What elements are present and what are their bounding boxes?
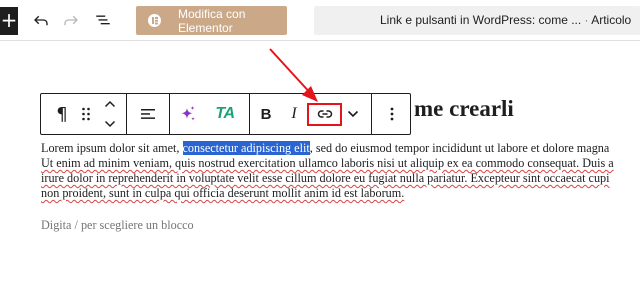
more-options-icon bbox=[390, 107, 394, 121]
drag-handle[interactable] bbox=[78, 94, 94, 134]
toolbar-separator bbox=[249, 94, 250, 134]
block-placeholder[interactable]: Digita / per scegliere un blocco bbox=[41, 218, 194, 233]
bold-button[interactable]: B bbox=[256, 94, 276, 134]
post-heading[interactable]: me crearli bbox=[414, 96, 514, 122]
document-title: Link e pulsanti in WordPress: come ... bbox=[380, 13, 582, 27]
toolbar-separator bbox=[126, 94, 127, 134]
document-title-separator: · bbox=[584, 13, 589, 27]
more-formatting-button[interactable] bbox=[343, 94, 363, 134]
drag-handle-icon bbox=[82, 107, 90, 121]
paragraph-line: Ut enim ad minim veniam, quis nostrud ex… bbox=[41, 156, 614, 170]
paragraph-text: Lorem ipsum dolor sit amet, bbox=[41, 141, 183, 155]
plus-icon: + bbox=[0, 8, 18, 32]
ai-sparkle-icon bbox=[181, 106, 195, 121]
paragraph-text: , sed do eiusmod tempor incididunt ut la… bbox=[309, 141, 610, 155]
link-icon bbox=[317, 110, 333, 118]
italic-button[interactable]: I bbox=[285, 94, 303, 134]
toolbar-separator bbox=[169, 94, 170, 134]
list-view-icon bbox=[96, 15, 110, 25]
edit-with-elementor-label: Modifica con Elementor bbox=[178, 6, 246, 35]
redo-icon bbox=[64, 15, 78, 26]
block-type-button[interactable]: ¶ bbox=[49, 94, 75, 134]
move-up-button[interactable] bbox=[101, 94, 119, 114]
ta-button[interactable]: TA bbox=[209, 94, 241, 134]
toolbar-separator bbox=[371, 94, 372, 134]
block-toolbar: ¶ TA B I bbox=[40, 93, 411, 135]
paragraph-block[interactable]: Lorem ipsum dolor sit amet, consectetur … bbox=[41, 141, 640, 201]
align-icon bbox=[141, 109, 155, 119]
align-button[interactable] bbox=[135, 94, 161, 134]
document-type: Articolo bbox=[591, 13, 632, 27]
paragraph-line: irure dolor in reprehenderit in voluptat… bbox=[41, 171, 610, 185]
options-button[interactable] bbox=[379, 94, 405, 134]
move-up-icon bbox=[104, 100, 116, 108]
edit-with-elementor-button[interactable]: Modifica con Elementor bbox=[136, 6, 287, 35]
editor-top-bar: + Modifica con Elementor Link e pulsanti… bbox=[0, 0, 640, 41]
document-title-bar[interactable]: Link e pulsanti in WordPress: come ... ·… bbox=[314, 6, 640, 35]
list-view-button[interactable] bbox=[91, 8, 115, 32]
undo-button[interactable] bbox=[29, 8, 53, 32]
elementor-logo-icon bbox=[148, 14, 161, 27]
italic-icon: I bbox=[291, 105, 297, 122]
selected-text[interactable]: consectetur adipiscing elit bbox=[182, 141, 310, 155]
redo-button[interactable] bbox=[59, 8, 83, 32]
move-down-icon bbox=[104, 120, 116, 128]
ai-assistant-button[interactable] bbox=[175, 94, 201, 134]
move-down-button[interactable] bbox=[101, 114, 119, 134]
paragraph-icon: ¶ bbox=[56, 103, 68, 125]
block-inserter-button[interactable]: + bbox=[0, 7, 18, 35]
bold-icon: B bbox=[260, 105, 272, 123]
undo-icon bbox=[34, 15, 48, 26]
paragraph-line: Lorem ipsum dolor sit amet, consectetur … bbox=[41, 141, 640, 156]
link-button[interactable] bbox=[310, 94, 340, 134]
chevron-down-icon bbox=[347, 110, 359, 118]
ta-label: TA bbox=[215, 105, 235, 122]
paragraph-line: non proident, sunt in culpa qui officia … bbox=[41, 186, 405, 200]
